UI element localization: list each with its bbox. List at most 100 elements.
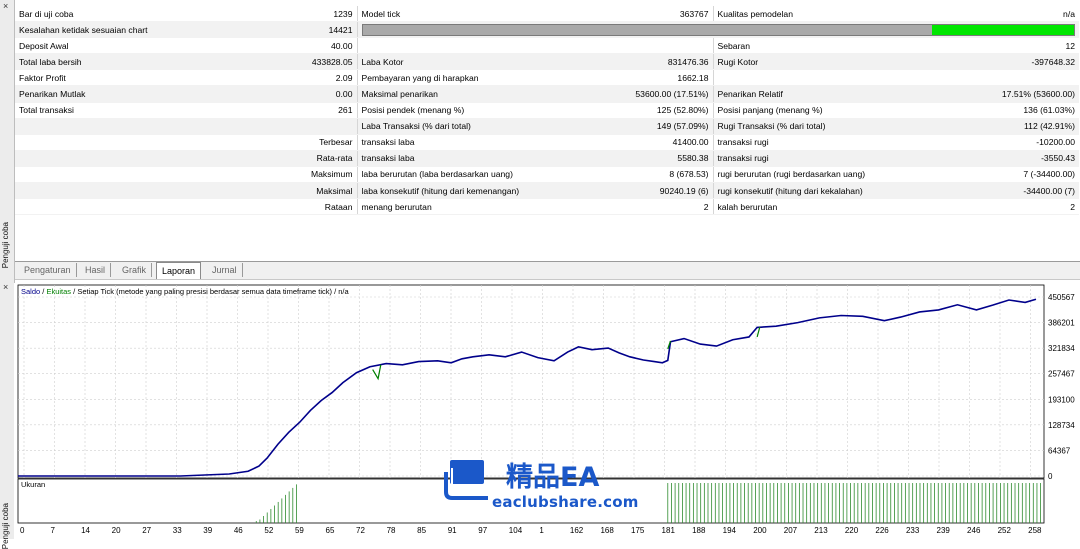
report-cell: Rataan xyxy=(265,198,357,216)
report-cell: laba konsekutif (hitung dari kemenangan) xyxy=(356,182,627,200)
report-cell: Posisi panjang (menang %) xyxy=(712,102,983,119)
report-cell: Pembayaran yang di harapkan xyxy=(356,69,627,87)
report-cell: 261 xyxy=(265,102,357,119)
y-tick-label: 128734 xyxy=(1048,421,1075,430)
report-cell: 125 (52.80%) xyxy=(627,102,713,119)
report-cell: Maksimal xyxy=(265,182,357,200)
close-icon[interactable]: × xyxy=(3,1,8,11)
report-cell: transaksi laba xyxy=(356,134,627,151)
report-cell xyxy=(627,37,713,55)
x-tick-label: 181 xyxy=(662,526,676,535)
report-cell xyxy=(15,166,265,184)
tab-laporan[interactable]: Laporan xyxy=(156,262,202,279)
chart-legend: Saldo / Ekuitas / Setiap Tick (metode ya… xyxy=(21,287,350,296)
x-tick-label: 207 xyxy=(784,526,798,535)
report-cell: -3550.43 xyxy=(983,150,1079,167)
report-row: Total transaksi 261 Posisi pendek (menang … xyxy=(15,102,1079,119)
y-tick-label: 257467 xyxy=(1048,370,1075,379)
x-tick-label: 220 xyxy=(845,526,859,535)
report-cell: 90240.19 (6) xyxy=(627,182,713,200)
report-cell: Faktor Profit xyxy=(15,69,265,87)
tab-pengaturan[interactable]: Pengaturan xyxy=(19,263,77,277)
report-row: Rataan menang berurutan 2 kalah berurutan 2 xyxy=(15,198,1079,216)
x-tick-label: 168 xyxy=(600,526,614,535)
report-cell: Rugi Kotor xyxy=(712,53,983,71)
report-cell: n/a xyxy=(983,6,1079,23)
report-cell: 363767 xyxy=(627,6,713,23)
x-tick-label: 20 xyxy=(112,526,121,535)
report-row: Penarikan Mutlak 0.00 Maksimal penarikan 53… xyxy=(15,85,1079,103)
x-tick-label: 239 xyxy=(937,526,951,535)
x-tick-label: 91 xyxy=(448,526,457,535)
side-panel-label-2: Penguji coba xyxy=(1,503,10,549)
report-cell: Penarikan Relatif xyxy=(712,85,983,103)
tab-grafik[interactable]: Grafik xyxy=(117,263,153,277)
report-row: Faktor Profit 2.09 Pembayaran yang di hara… xyxy=(15,69,1079,87)
report-cell: kalah berurutan xyxy=(712,198,983,216)
report-cell: 1239 xyxy=(265,6,357,23)
x-tick-label: 213 xyxy=(814,526,828,535)
stacked-books-logo-icon xyxy=(444,460,490,500)
report-cell: 41400.00 xyxy=(627,134,713,151)
report-cell: 7 (-34400.00) xyxy=(983,166,1079,184)
watermark-title: 精品EA xyxy=(506,462,600,493)
report-cell: Terbesar xyxy=(265,134,357,151)
close-icon-2[interactable]: × xyxy=(3,282,8,292)
report-row: Bar di uji coba 1239 Model tick 363767 Kuali… xyxy=(15,6,1079,23)
report-cell: Model tick xyxy=(356,6,627,23)
x-tick-label: 46 xyxy=(234,526,243,535)
report-cell: rugi konsekutif (hitung dari kekalahan) xyxy=(712,182,983,200)
x-tick-label: 188 xyxy=(692,526,706,535)
x-tick-label: 27 xyxy=(142,526,151,535)
report-row: Maksimum laba berurutan (laba berdasarkan… xyxy=(15,166,1079,184)
tab-jurnal[interactable]: Jurnal xyxy=(207,263,243,277)
modeling-quality-progress xyxy=(361,24,1075,37)
modeling-quality-bar xyxy=(356,21,1079,39)
report-cell: transaksi rugi xyxy=(712,134,983,151)
report-cell: Bar di uji coba xyxy=(15,6,265,23)
report-cell: Total transaksi xyxy=(15,102,265,119)
report-cell: 5580.38 xyxy=(627,150,713,167)
report-cell: 2 xyxy=(983,198,1079,216)
x-tick-label: 226 xyxy=(875,526,889,535)
watermark-url: eaclubshare.com xyxy=(492,493,639,511)
report-cell: laba berurutan (laba berdasarkan uang) xyxy=(356,166,627,184)
x-tick-label: 78 xyxy=(387,526,396,535)
main-plot-frame xyxy=(17,284,1045,479)
report-cell xyxy=(265,118,357,135)
report-cell: 2.09 xyxy=(265,69,357,87)
x-tick-label: 104 xyxy=(509,526,523,535)
legend-balance: Saldo xyxy=(21,287,40,296)
report-cell: Rata-rata xyxy=(265,150,357,167)
report-row: Laba Transaksi (% dari total) 149 (57.09%… xyxy=(15,118,1079,135)
report-cell xyxy=(356,37,627,55)
report-cell: 136 (61.03%) xyxy=(983,102,1079,119)
report-cell: Posisi pendek (menang %) xyxy=(356,102,627,119)
report-row: Total laba bersih 433828.05 Laba Kotor 8314… xyxy=(15,53,1079,71)
x-tick-label: 1 xyxy=(539,526,544,535)
x-tick-label: 162 xyxy=(570,526,584,535)
tab-bar: Pengaturan Hasil Grafik Laporan Jurnal xyxy=(15,261,1080,280)
report-cell: -34400.00 (7) xyxy=(983,182,1079,200)
report-cell: 0.00 xyxy=(265,85,357,103)
x-tick-label: 233 xyxy=(906,526,920,535)
report-cell: 17.51% (53600.00) xyxy=(983,85,1079,103)
x-tick-label: 194 xyxy=(723,526,737,535)
report-cell: Laba Transaksi (% dari total) xyxy=(356,118,627,135)
report-cell xyxy=(15,150,265,167)
report-cell: 12 xyxy=(983,37,1079,55)
report-cell: 112 (42.91%) xyxy=(983,118,1079,135)
report-cell: Total laba bersih xyxy=(15,53,265,71)
report-row: Rata-rata transaksi laba 5580.38 transaksi … xyxy=(15,150,1079,167)
report-cell: 831476.36 xyxy=(627,53,713,71)
y-tick-label: 386201 xyxy=(1048,319,1075,328)
x-tick-label: 7 xyxy=(51,526,56,535)
x-tick-label: 72 xyxy=(356,526,365,535)
report-cell xyxy=(15,182,265,200)
report-row: Maksimal laba konsekutif (hitung dari kem… xyxy=(15,182,1079,200)
report-cell: Kualitas pemodelan xyxy=(712,6,983,23)
report-cell: rugi berurutan (rugi berdasarkan uang) xyxy=(712,166,983,184)
y-tick-label: 193100 xyxy=(1048,395,1075,404)
tab-hasil[interactable]: Hasil xyxy=(80,263,112,277)
report-cell xyxy=(15,198,265,216)
